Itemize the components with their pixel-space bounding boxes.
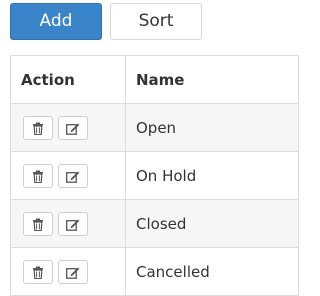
- row-actions: [10, 247, 126, 296]
- table-row: Closed: [10, 199, 299, 248]
- table-row: Cancelled: [10, 247, 299, 296]
- row-actions: [10, 151, 126, 200]
- delete-button[interactable]: [23, 163, 53, 188]
- edit-button[interactable]: [58, 163, 88, 188]
- row-actions: [10, 199, 126, 248]
- edit-icon: [66, 267, 80, 279]
- trash-icon: [33, 266, 43, 279]
- row-name: Cancelled: [125, 247, 299, 296]
- trash-icon: [33, 170, 43, 183]
- row-name: Open: [125, 103, 299, 152]
- delete-button[interactable]: [23, 259, 53, 284]
- column-header-name[interactable]: Name: [125, 55, 299, 104]
- edit-button[interactable]: [58, 211, 88, 236]
- row-actions: [10, 103, 126, 152]
- trash-icon: [33, 122, 43, 135]
- table-header-row: Action Name: [10, 55, 299, 104]
- table-row: Open: [10, 103, 299, 152]
- row-name: Closed: [125, 199, 299, 248]
- delete-button[interactable]: [23, 211, 53, 236]
- column-header-action[interactable]: Action: [10, 55, 126, 104]
- edit-icon: [66, 123, 80, 135]
- edit-icon: [66, 219, 80, 231]
- edit-button[interactable]: [58, 115, 88, 140]
- row-name: On Hold: [125, 151, 299, 200]
- sort-button[interactable]: Sort: [110, 3, 202, 40]
- trash-icon: [33, 218, 43, 231]
- status-table: Action Name Open On Hold Closed Cancelle…: [10, 55, 299, 296]
- edit-icon: [66, 171, 80, 183]
- add-button[interactable]: Add: [10, 3, 102, 40]
- table-row: On Hold: [10, 151, 299, 200]
- delete-button[interactable]: [23, 115, 53, 140]
- edit-button[interactable]: [58, 259, 88, 284]
